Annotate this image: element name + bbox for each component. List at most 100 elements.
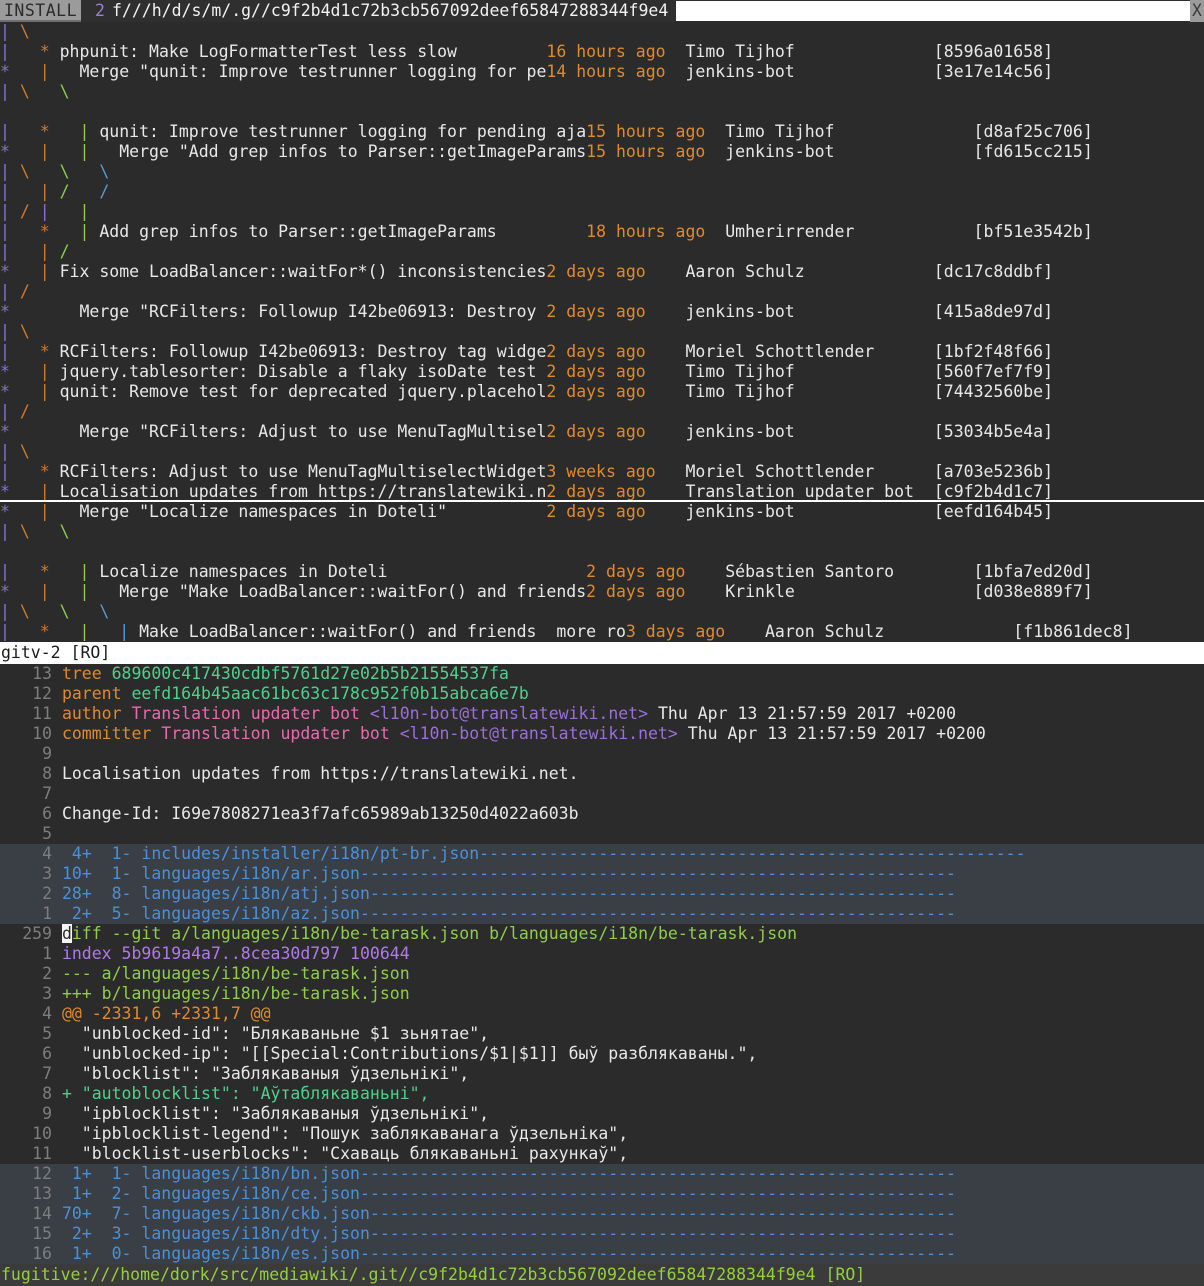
fugitive-commit-view[interactable]: 13 tree 689600c417430cdbf5761d27e02b5b21… — [0, 664, 1204, 1264]
person-email: <l10n-bot@translatewiki.net> — [369, 704, 649, 723]
tab-install[interactable]: INSTALL — [0, 0, 82, 22]
gitv-commit-row[interactable]: | * | Add grep infos to Parser::getImage… — [0, 222, 1204, 242]
graph-glyph: \ — [19, 442, 30, 461]
gitv-commit-list[interactable]: | \ | * phpunit: Make LogFormatterTest l… — [0, 22, 1204, 642]
graph-glyph: | — [79, 122, 90, 141]
fold-summary: 28+ 8- languages/i18n/atj.json----------… — [61, 884, 956, 903]
commit-author: Krinkle — [725, 582, 974, 601]
graph-glyph: \ — [19, 162, 30, 181]
gitv-commit-row-selected[interactable]: * | Localisation updates from https://tr… — [0, 482, 1204, 502]
gitv-commit-row[interactable]: | * RCFilters: Adjust to use MenuTagMult… — [0, 462, 1204, 482]
diff-fold-row[interactable]: 16 1+ 0- languages/i18n/es.json---------… — [0, 1244, 1204, 1264]
graph-glyph: | — [0, 522, 10, 541]
gitv-commit-row[interactable]: * | | Merge "Add grep infos to Parser::g… — [0, 142, 1204, 162]
diff-file-line[interactable]: 3 +++ b/languages/i18n/be-tarask.json — [0, 984, 1204, 1004]
gitv-commit-row[interactable]: | * | qunit: Improve testrunner logging … — [0, 122, 1204, 142]
diff-fold-row[interactable]: 12 1+ 1- languages/i18n/bn.json---------… — [0, 1164, 1204, 1184]
gitv-graph-row: | \ — [0, 22, 1204, 42]
commit-date: 16 hours ago — [546, 42, 686, 61]
commit-message-line: 8 Localisation updates from https://tran… — [0, 764, 1204, 784]
commit-hash: [53034b5e4a] — [933, 422, 1054, 441]
gitv-graph-row: | / — [0, 282, 1204, 302]
diff-fold-row[interactable]: 3 10+ 1- languages/i18n/ar.json---------… — [0, 864, 1204, 884]
diff-file-text: +++ b/languages/i18n/be-tarask.json — [61, 984, 410, 1003]
graph-glyph: | — [0, 402, 10, 421]
gitv-commit-row[interactable]: | * RCFilters: Followup I42be06913: Dest… — [0, 342, 1204, 362]
gitv-statusline: gitv-2 [RO] — [0, 642, 1204, 664]
close-icon[interactable]: X — [1190, 0, 1204, 22]
commit-author: Sébastien Santoro — [725, 562, 974, 581]
commit-header-committer: 10 committer Translation updater bot <l1… — [0, 724, 1204, 744]
graph-glyph: | — [0, 442, 10, 461]
commit-subject: Make LoadBalancer::waitFor() and friends… — [139, 622, 626, 641]
diff-fold-row[interactable]: 1 2+ 5- languages/i18n/az.json----------… — [0, 904, 1204, 924]
commit-hash: [dc17c8ddbf] — [933, 262, 1054, 281]
commit-hash: [1bfa7ed20d] — [973, 562, 1093, 581]
gitv-graph-row: | \ \ \ — [0, 602, 1204, 622]
commit-author: jenkins-bot — [685, 422, 934, 441]
graph-glyph: | — [0, 322, 10, 341]
commit-subject: Merge "RCFilters: Adjust to use MenuTagM… — [59, 422, 547, 441]
commit-author: Aaron Schulz — [685, 262, 934, 281]
graph-glyph: | — [39, 262, 50, 281]
diff-file-line[interactable]: 2 --- a/languages/i18n/be-tarask.json — [0, 964, 1204, 984]
commit-hash: [eefd164b45] — [933, 502, 1054, 521]
graph-glyph: | — [39, 62, 50, 81]
gitv-commit-row[interactable]: | * | | Make LoadBalancer::waitFor() and… — [0, 622, 1204, 642]
gitv-commit-row[interactable]: * Merge "RCFilters: Followup I42be06913:… — [0, 302, 1204, 322]
header-value: 689600c417430cdbf5761d27e02b5b21554537fa — [111, 664, 509, 683]
commit-date: 2 days ago — [546, 422, 686, 441]
commit-author: jenkins-bot — [725, 142, 974, 161]
gitv-commit-row[interactable]: * | | Merge "Make LoadBalancer::waitFor(… — [0, 582, 1204, 602]
graph-glyph — [20, 622, 30, 641]
line-number: 2 — [42, 964, 52, 983]
graph-glyph — [20, 262, 30, 281]
line-number: 12 — [32, 1164, 52, 1183]
commit-header-parent: 12 parent eefd164b45aac61bc63c178c952f0b… — [0, 684, 1204, 704]
graph-glyph: * — [39, 462, 50, 481]
commit-date: 2 days ago — [546, 342, 686, 361]
person-date: Thu Apr 13 21:57:59 2017 +0200 — [687, 724, 986, 743]
graph-glyph: * — [0, 302, 10, 321]
graph-glyph: | — [0, 182, 10, 201]
line-number: 2 — [42, 884, 52, 903]
diff-fold-row[interactable]: 4 4+ 1- includes/installer/i18n/pt-br.js… — [0, 844, 1204, 864]
graph-glyph: \ — [19, 82, 30, 101]
line-number: 6 — [42, 1044, 52, 1063]
graph-glyph — [60, 222, 70, 241]
graph-glyph: * — [0, 502, 10, 521]
commit-date: 2 days ago — [546, 482, 686, 501]
line-number: 8 — [42, 1084, 52, 1103]
diff-context-text: "unblocked-ip": "[[Special:Contributions… — [61, 1044, 758, 1063]
graph-glyph: / — [19, 202, 30, 221]
tab-active-commit[interactable]: 2 f///h/d/s/m/.g//c9f2b4d1c72b3cb567092de… — [91, 0, 673, 22]
commit-date: 2 days ago — [546, 502, 686, 521]
gitv-commit-row[interactable]: | * | Localize namespaces in Doteli 2 da… — [0, 562, 1204, 582]
graph-glyph — [20, 502, 30, 521]
gitv-graph-row: | | / — [0, 242, 1204, 262]
gitv-commit-row[interactable]: * | jquery.tablesorter: Disable a flaky … — [0, 362, 1204, 382]
gitv-commit-row[interactable]: * | Merge "Localize namespaces in Doteli… — [0, 502, 1204, 522]
gitv-commit-row[interactable]: * | Fix some LoadBalancer::waitFor*() in… — [0, 262, 1204, 282]
diff-fold-row[interactable]: 15 2+ 3- languages/i18n/dty.json--------… — [0, 1224, 1204, 1244]
graph-glyph: \ — [99, 162, 110, 181]
graph-glyph — [20, 482, 30, 501]
diff-fold-row[interactable]: 2 28+ 8- languages/i18n/atj.json--------… — [0, 884, 1204, 904]
diff-context-text: "blocklist": "Заблякаваныя ўдзельнікі", — [61, 1064, 470, 1083]
gitv-commit-row[interactable]: * Merge "RCFilters: Adjust to use MenuTa… — [0, 422, 1204, 442]
commit-hash: [3e17e14c56] — [933, 62, 1054, 81]
gitv-commit-row[interactable]: * | Merge "qunit: Improve testrunner log… — [0, 62, 1204, 82]
diff-fold-row[interactable]: 13 1+ 2- languages/i18n/ce.json---------… — [0, 1184, 1204, 1204]
diff-file-line[interactable]: 259 diff --git a/languages/i18n/be-taras… — [0, 924, 1204, 944]
graph-glyph — [20, 222, 30, 241]
commit-author: Translation updater bot — [685, 482, 934, 501]
gitv-graph-row: | \ \ \ — [0, 162, 1204, 182]
graph-glyph — [99, 622, 109, 641]
gitv-commit-row[interactable]: | * phpunit: Make LogFormatterTest less … — [0, 42, 1204, 62]
header-key: tree — [61, 664, 102, 683]
commit-header-author: 11 author Translation updater bot <l10n-… — [0, 704, 1204, 724]
diff-fold-row[interactable]: 14 70+ 7- languages/i18n/ckb.json-------… — [0, 1204, 1204, 1224]
graph-glyph — [40, 162, 50, 181]
graph-glyph — [20, 582, 30, 601]
gitv-commit-row[interactable]: * | qunit: Remove test for deprecated jq… — [0, 382, 1204, 402]
